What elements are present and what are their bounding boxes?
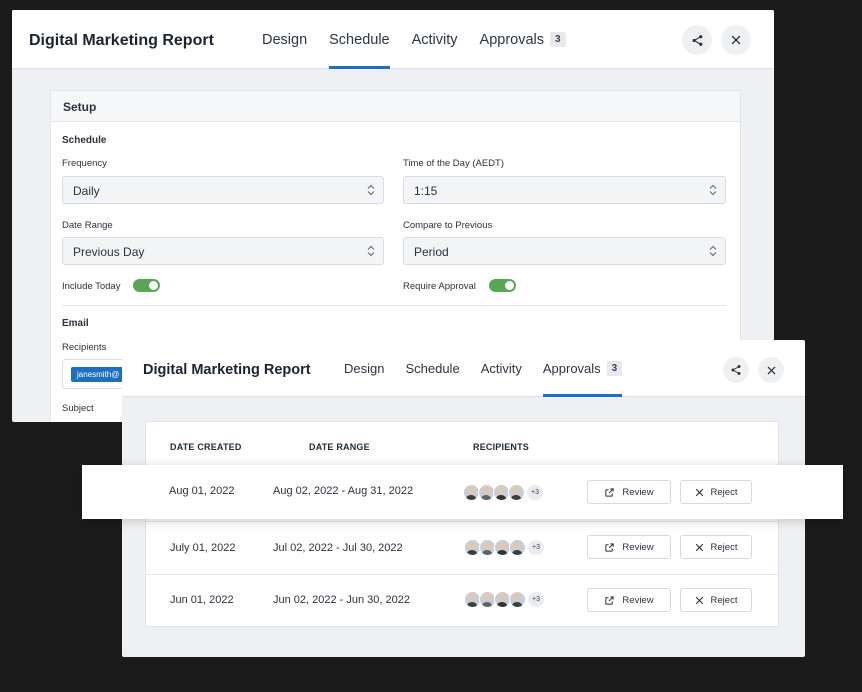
header-date-created: DATE CREATED xyxy=(170,442,242,452)
reject-button[interactable]: Reject xyxy=(680,535,752,559)
more-recipients-badge[interactable]: +3 xyxy=(527,539,545,556)
date-range-cell: Jun 02, 2022 - Jun 30, 2022 xyxy=(273,594,410,606)
tab-label: Approvals xyxy=(479,31,545,48)
tab-label: Schedule xyxy=(405,361,460,376)
time-select[interactable]: 1:15 xyxy=(403,176,726,204)
tab-bar: Design Schedule Activity Approvals 3 xyxy=(262,10,588,69)
close-icon xyxy=(767,366,775,374)
avatar xyxy=(509,539,526,556)
section-divider xyxy=(62,305,726,306)
x-icon xyxy=(695,543,703,551)
date-range-select[interactable]: Previous Day xyxy=(62,237,384,265)
review-button[interactable]: Review xyxy=(587,535,671,559)
include-today-label: Include Today xyxy=(62,281,121,292)
reject-button[interactable]: Reject xyxy=(680,480,752,504)
date-created-cell: Jun 01, 2022 xyxy=(170,594,234,606)
tab-activity[interactable]: Activity xyxy=(481,340,522,397)
share-icon xyxy=(731,365,741,375)
report-title: Digital Marketing Report xyxy=(143,362,311,378)
reject-label: Reject xyxy=(710,541,738,553)
tab-label: Activity xyxy=(411,31,458,48)
tab-approvals[interactable]: Approvals 3 xyxy=(480,10,566,69)
review-label: Review xyxy=(622,594,654,606)
date-range-cell: Aug 02, 2022 - Aug 31, 2022 xyxy=(273,485,414,497)
tab-schedule[interactable]: Schedule xyxy=(405,340,459,397)
tab-approvals[interactable]: Approvals 3 xyxy=(542,340,623,397)
include-today-toggle[interactable] xyxy=(133,279,160,292)
require-approval-label: Require Approval xyxy=(403,281,476,292)
approvals-count-badge: 3 xyxy=(606,361,623,376)
external-link-icon xyxy=(605,487,615,497)
header-date-range: DATE RANGE xyxy=(309,442,370,452)
avatar xyxy=(508,484,525,501)
tab-label: Activity xyxy=(480,361,522,376)
tab-design[interactable]: Design xyxy=(344,340,384,397)
recipients-avatars: +3 xyxy=(464,591,545,608)
tab-label: Approvals xyxy=(542,361,601,376)
chevron-updown-icon xyxy=(709,245,717,257)
compare-label: Compare to Previous xyxy=(403,220,493,231)
x-icon xyxy=(695,488,703,496)
frequency-value: Daily xyxy=(73,184,100,198)
chevron-updown-icon xyxy=(709,184,717,196)
review-label: Review xyxy=(622,486,654,498)
external-link-icon xyxy=(605,595,615,605)
close-button[interactable] xyxy=(758,357,784,383)
schedule-heading: Schedule xyxy=(62,135,107,146)
date-range-value: Previous Day xyxy=(73,245,145,259)
date-created-cell: Aug 01, 2022 xyxy=(169,485,235,497)
chevron-updown-icon xyxy=(367,184,375,196)
more-recipients-badge[interactable]: +3 xyxy=(527,591,545,608)
review-label: Review xyxy=(622,541,654,553)
recipients-avatars: +3 xyxy=(464,539,545,556)
compare-value: Period xyxy=(414,245,449,259)
frequency-select[interactable]: Daily xyxy=(62,176,384,204)
close-button[interactable] xyxy=(721,25,751,55)
approvals-table: DATE CREATED DATE RANGE RECIPIENTS July … xyxy=(145,421,779,627)
tab-label: Design xyxy=(262,31,308,48)
compare-select[interactable]: Period xyxy=(403,237,726,265)
recipients-avatars: +3 xyxy=(463,484,544,501)
review-button[interactable]: Review xyxy=(587,480,671,504)
date-range-label: Date Range xyxy=(62,220,113,231)
window-header: Digital Marketing Report Design Schedule… xyxy=(12,10,774,69)
x-icon xyxy=(695,596,703,604)
reject-button[interactable]: Reject xyxy=(680,588,752,612)
tab-label: Schedule xyxy=(329,31,390,48)
tab-design[interactable]: Design xyxy=(262,10,307,69)
recipients-label: Recipients xyxy=(62,342,107,353)
tab-bar: Design Schedule Activity Approvals 3 xyxy=(344,340,643,397)
avatar xyxy=(509,591,526,608)
date-range-cell: Jul 02, 2022 - Jul 30, 2022 xyxy=(273,542,403,554)
report-title: Digital Marketing Report xyxy=(29,32,214,49)
table-row: July 01, 2022 Jul 02, 2022 - Jul 30, 202… xyxy=(146,521,778,574)
date-created-cell: July 01, 2022 xyxy=(170,542,236,554)
require-approval-toggle[interactable] xyxy=(489,279,516,292)
reject-label: Reject xyxy=(710,594,738,606)
share-button[interactable] xyxy=(723,357,749,383)
time-label: Time of the Day (AEDT) xyxy=(403,158,505,169)
approvals-count-badge: 3 xyxy=(550,32,566,47)
setup-heading: Setup xyxy=(51,91,740,122)
table-row: Jun 01, 2022 Jun 02, 2022 - Jun 30, 2022… xyxy=(146,574,778,626)
review-button[interactable]: Review xyxy=(587,588,671,612)
time-value: 1:15 xyxy=(414,184,438,198)
external-link-icon xyxy=(605,542,615,552)
recipient-chip[interactable]: janesmith@ xyxy=(71,367,126,382)
more-recipients-badge[interactable]: +3 xyxy=(526,484,544,501)
header-recipients: RECIPIENTS xyxy=(473,442,530,452)
window-header: Digital Marketing Report Design Schedule… xyxy=(122,340,805,397)
tab-activity[interactable]: Activity xyxy=(412,10,458,69)
table-row-highlighted: Aug 01, 2022 Aug 02, 2022 - Aug 31, 2022… xyxy=(82,465,843,519)
share-icon xyxy=(692,34,702,46)
tab-label: Design xyxy=(344,361,385,376)
tab-schedule[interactable]: Schedule xyxy=(329,10,391,69)
share-button[interactable] xyxy=(682,25,712,55)
subject-label: Subject xyxy=(62,403,94,414)
email-heading: Email xyxy=(62,318,89,329)
close-icon xyxy=(731,35,741,45)
chevron-updown-icon xyxy=(367,245,375,257)
reject-label: Reject xyxy=(710,486,738,498)
frequency-label: Frequency xyxy=(62,158,107,169)
